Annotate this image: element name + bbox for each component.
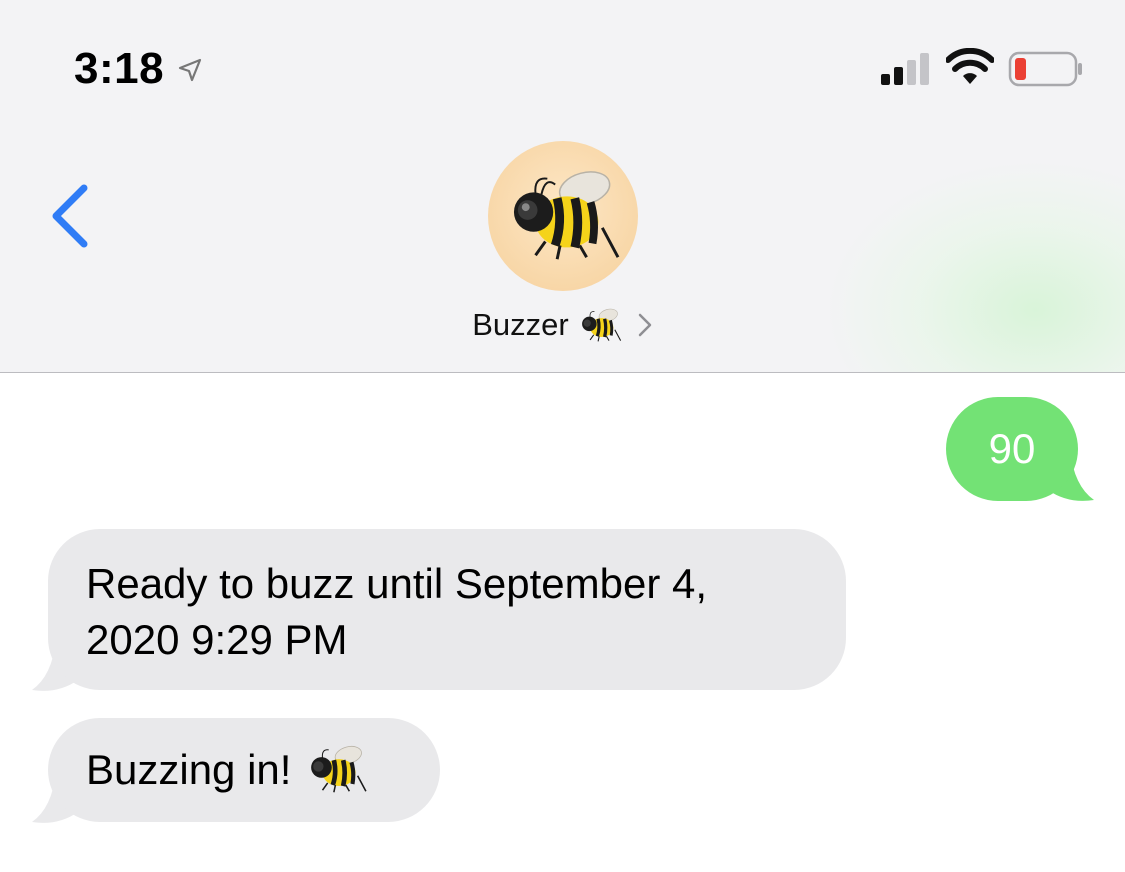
message-text: Buzzing in! (86, 746, 292, 793)
bee-icon (581, 308, 621, 342)
message-bubble-received[interactable]: Ready to buzz until September 4, 2020 9:… (48, 529, 846, 690)
back-button[interactable] (46, 180, 94, 252)
message-text: Ready to buzz until September 4, 2020 9:… (86, 560, 708, 663)
cellular-signal-icon (881, 53, 929, 85)
status-time: 3:18 (74, 44, 165, 93)
header-divider (0, 372, 1125, 373)
bee-icon (513, 171, 620, 260)
navigation-header: 3:18 Buzzer (0, 0, 1125, 372)
message-bubble-sent[interactable]: 90 (946, 397, 1078, 501)
message-text: 90 (988, 425, 1036, 472)
bee-icon (311, 745, 368, 793)
chevron-right-icon (638, 313, 651, 337)
contact-avatar[interactable] (488, 141, 638, 291)
contact-details-link[interactable]: Buzzer (0, 300, 1125, 350)
message-bubble-received[interactable]: Buzzing in! (48, 718, 440, 822)
location-arrow-icon (178, 58, 202, 82)
wifi-icon (946, 48, 994, 84)
battery-low-icon (1008, 51, 1082, 87)
contact-name: Buzzer (472, 307, 569, 342)
